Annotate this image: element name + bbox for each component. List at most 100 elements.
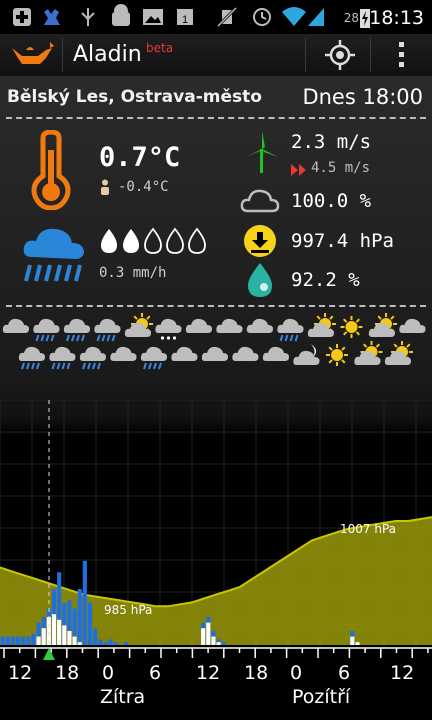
tick-label: 18 bbox=[244, 662, 269, 684]
deer-icon bbox=[44, 9, 60, 25]
sun-icon bbox=[340, 316, 363, 338]
thermometer-icon bbox=[31, 130, 71, 210]
tick-label: 12 bbox=[390, 662, 415, 684]
snow-bar bbox=[206, 622, 211, 645]
forecast-icons-row-1 bbox=[2, 313, 426, 342]
drop-icon-empty bbox=[166, 227, 184, 254]
snow-bar bbox=[201, 628, 206, 645]
wind-speed: 2.3 m/s bbox=[291, 131, 372, 153]
cloud-rain-icon bbox=[79, 346, 106, 370]
location-icon[interactable] bbox=[323, 38, 357, 72]
cloud-icon bbox=[201, 346, 228, 361]
tick-label: 0 bbox=[102, 662, 115, 684]
cloud-rain-icon bbox=[140, 346, 167, 370]
alarm-icon bbox=[253, 8, 271, 26]
rain-cloud-icon bbox=[23, 228, 84, 282]
sun-cloud-icon bbox=[368, 313, 397, 337]
drop-icon-filled bbox=[101, 229, 117, 253]
precip-bar bbox=[0, 636, 5, 645]
usb-icon bbox=[81, 8, 95, 26]
snow-bar bbox=[57, 619, 62, 645]
precip-bar bbox=[87, 603, 93, 645]
tick-label: 12 bbox=[196, 662, 221, 684]
actionbar-divider bbox=[370, 38, 371, 72]
drop-icon-empty bbox=[188, 227, 206, 254]
cloud-icon bbox=[262, 346, 289, 361]
time-axis: 12 18 0 6 12 18 0 6 12 Zítra Pozítří bbox=[0, 646, 432, 720]
actionbar-divider bbox=[305, 38, 306, 72]
image-icon bbox=[143, 9, 163, 25]
cloud-rain-icon bbox=[63, 318, 90, 342]
calendar-icon: 1 bbox=[177, 9, 193, 26]
day-label-tomorrow: Zítra bbox=[100, 686, 146, 708]
tick-label: 0 bbox=[290, 662, 303, 684]
cloud-icon bbox=[2, 318, 30, 333]
action-bar: Aladin beta bbox=[0, 34, 432, 77]
cloud-icon bbox=[185, 318, 212, 333]
app-title: Aladin bbox=[73, 42, 142, 67]
feels-like-temperature: -0.4°C bbox=[118, 179, 169, 195]
precipitation-rate: 0.3 mm/h bbox=[99, 265, 167, 281]
precip-bar bbox=[98, 639, 103, 645]
precip-bar bbox=[113, 642, 118, 645]
drop-icon-empty bbox=[144, 227, 162, 254]
signal-icon bbox=[308, 8, 324, 26]
precip-bar bbox=[26, 636, 31, 645]
cloud-icon bbox=[171, 346, 198, 361]
tick-label: 6 bbox=[149, 662, 162, 684]
add-icon bbox=[13, 8, 31, 26]
cloud-icon bbox=[399, 318, 426, 333]
mute-icon bbox=[216, 6, 238, 28]
battery-percent: 28 bbox=[343, 11, 359, 25]
aladin-lamp-icon[interactable] bbox=[8, 38, 58, 72]
wind-gust: 4.5 m/s bbox=[311, 160, 371, 176]
snow-bar bbox=[72, 636, 77, 645]
precip-bar bbox=[93, 628, 98, 645]
day-label-day-after: Pozítří bbox=[292, 686, 351, 708]
moon-cloud-icon bbox=[293, 344, 320, 365]
sun-cloud-icon bbox=[307, 313, 336, 337]
wind-turbine-icon bbox=[246, 131, 278, 173]
cloud-rain-icon bbox=[33, 318, 60, 342]
humidity: 92.2 % bbox=[291, 269, 360, 291]
precipitation-intensity bbox=[101, 227, 206, 254]
location-name[interactable]: Bělský Les, Ostrava-město bbox=[7, 87, 262, 107]
pressure: 997.4 hPa bbox=[291, 230, 394, 252]
divider-top bbox=[6, 117, 426, 119]
snow-bar bbox=[41, 628, 46, 645]
cloud-rain-icon bbox=[94, 318, 121, 342]
cloud-icon bbox=[240, 189, 280, 213]
drop-icon-filled bbox=[123, 229, 139, 253]
svg-text:1: 1 bbox=[182, 14, 188, 26]
precip-bar bbox=[5, 636, 10, 645]
forecast-icons-row-2 bbox=[18, 341, 413, 370]
cloud-icon bbox=[232, 346, 259, 361]
precip-bar bbox=[103, 642, 108, 645]
snow-bar bbox=[51, 614, 57, 645]
now-marker-icon bbox=[43, 648, 55, 660]
snow-bar bbox=[211, 636, 216, 645]
overflow-menu-icon[interactable] bbox=[392, 38, 412, 72]
android-icon bbox=[112, 4, 130, 26]
current-temperature: 0.7°C bbox=[99, 142, 181, 173]
gust-arrows-icon bbox=[291, 164, 306, 176]
tick-label: 12 bbox=[8, 662, 33, 684]
precip-bar bbox=[77, 589, 82, 645]
tick-label: 18 bbox=[55, 662, 80, 684]
cloud-icon bbox=[246, 318, 273, 333]
snow-bar bbox=[62, 625, 67, 645]
snow-bar bbox=[36, 636, 41, 645]
snow-bar bbox=[355, 642, 360, 645]
cloud-icon bbox=[110, 346, 137, 361]
precip-bar bbox=[31, 633, 36, 645]
snow-bar bbox=[350, 636, 355, 645]
cloud-rain-icon bbox=[277, 318, 304, 342]
precip-bar bbox=[21, 636, 26, 645]
cloud-icon bbox=[216, 318, 243, 333]
status-icons: 1 bbox=[13, 4, 324, 28]
precip-bar bbox=[123, 642, 129, 645]
snow-bar bbox=[67, 631, 72, 645]
pressure-max-label: 1007 hPa bbox=[340, 522, 396, 536]
cloud-rain-icon bbox=[49, 346, 76, 370]
tick-label: 6 bbox=[338, 662, 351, 684]
